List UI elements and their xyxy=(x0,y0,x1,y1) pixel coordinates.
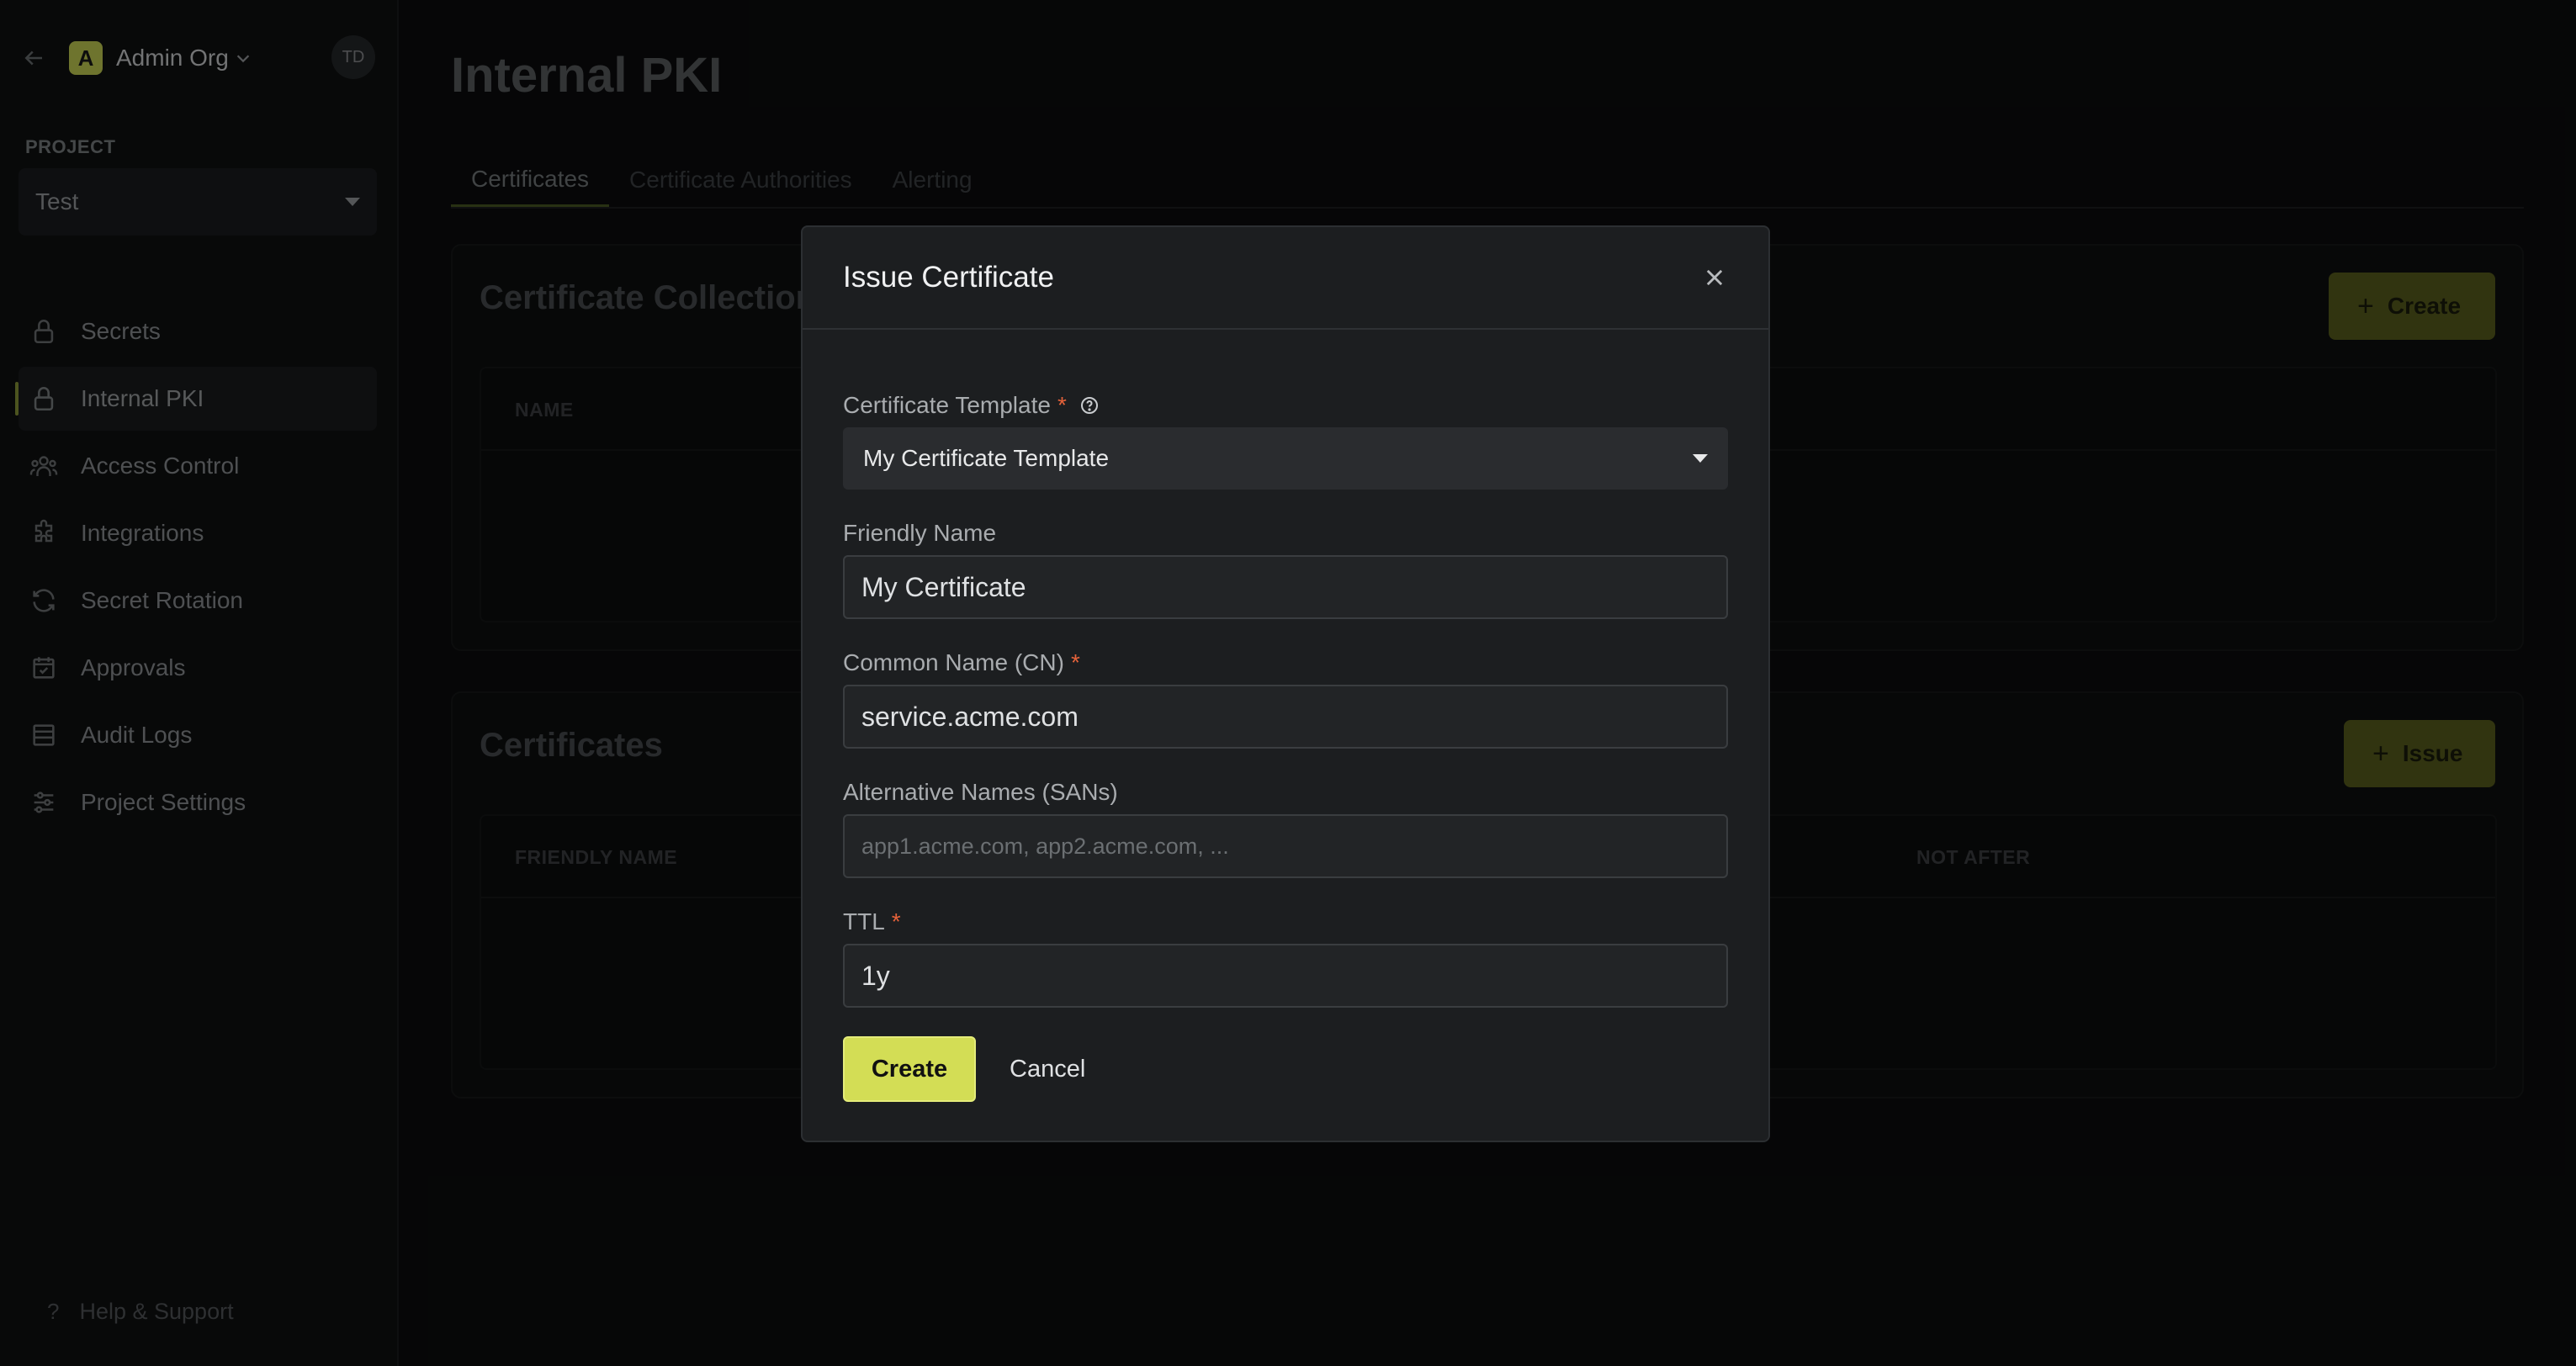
label-text: Alternative Names (SANs) xyxy=(843,779,1118,805)
common-name-input[interactable]: service.acme.com xyxy=(843,685,1728,749)
certificate-template-label: Certificate Template * xyxy=(843,392,1100,419)
alternative-names-label: Alternative Names (SANs) xyxy=(843,779,1118,806)
alternative-names-input[interactable]: app1.acme.com, app2.acme.com, ... xyxy=(843,814,1728,878)
required-marker: * xyxy=(1070,649,1080,675)
label-text: Friendly Name xyxy=(843,520,997,546)
modal-title: Issue Certificate xyxy=(843,261,1054,294)
required-marker: * xyxy=(891,908,901,934)
friendly-name-label: Friendly Name xyxy=(843,520,996,547)
label-text: Common Name (CN) xyxy=(843,649,1064,675)
certificate-template-select[interactable]: My Certificate Template xyxy=(843,427,1728,490)
close-icon[interactable] xyxy=(1698,261,1731,294)
cancel-button[interactable]: Cancel xyxy=(1003,1036,1092,1102)
friendly-name-input[interactable]: My Certificate xyxy=(843,555,1728,619)
modal-header: Issue Certificate xyxy=(803,227,1768,330)
issue-certificate-modal: Issue Certificate Certificate Template *… xyxy=(801,225,1770,1142)
help-circle-icon[interactable] xyxy=(1079,394,1100,416)
label-text: TTL xyxy=(843,908,885,934)
common-name-label: Common Name (CN) * xyxy=(843,649,1080,676)
required-marker: * xyxy=(1057,392,1067,418)
create-button[interactable]: Create xyxy=(843,1036,976,1102)
caret-down-icon xyxy=(1693,454,1708,463)
ttl-label: TTL * xyxy=(843,908,901,935)
select-value: My Certificate Template xyxy=(863,445,1110,471)
label-text: Certificate Template xyxy=(843,392,1051,418)
ttl-input[interactable]: 1y xyxy=(843,944,1728,1008)
